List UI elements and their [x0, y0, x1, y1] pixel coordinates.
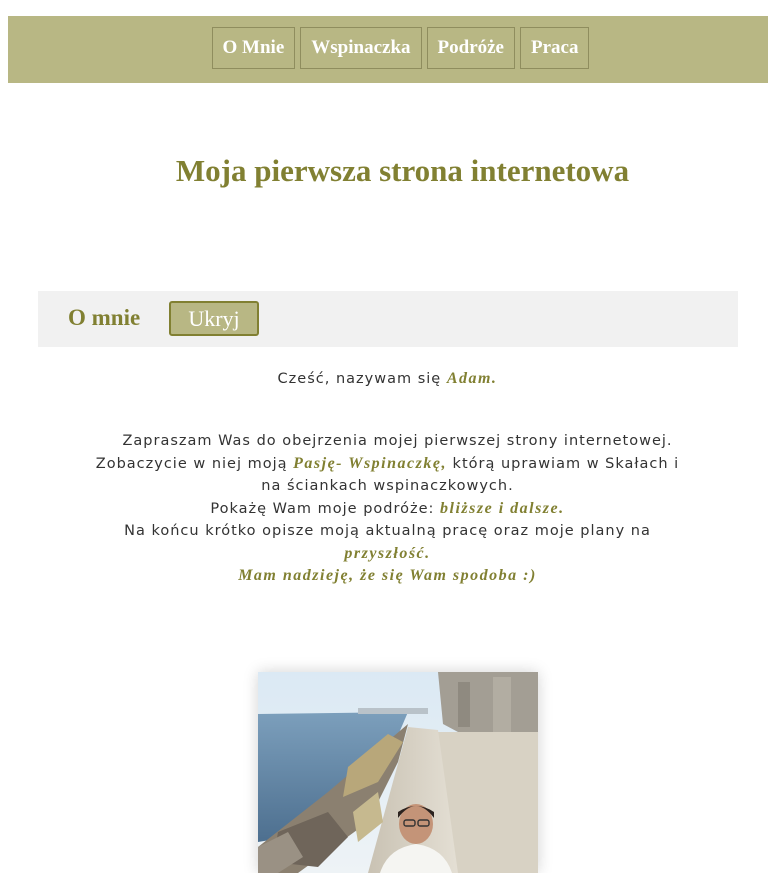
- nav-item-o-mnie[interactable]: O Mnie: [211, 27, 296, 69]
- paragraph-line-2-text-b: którą uprawiam w Skałach i: [452, 455, 680, 472]
- paragraph-closing-highlight: Mam nadzieję, że się Wam spodoba :): [238, 567, 537, 584]
- greeting-text: Cześć, nazywam się: [277, 371, 442, 387]
- seaside-portrait-image: [258, 672, 538, 873]
- about-heading: O mnie: [68, 305, 141, 330]
- paragraph-line-4: Pokażę Wam moje podróże: bliższe i dalsz…: [60, 498, 715, 521]
- paragraph-future-highlight: przyszłość.: [344, 544, 431, 562]
- top-navigation-bar: O Mnie Wspinaczka Podróże Praca: [8, 16, 768, 83]
- paragraph-line-2: Zobaczycie w niej moją Pasję- Wspinaczkę…: [60, 453, 715, 476]
- about-section-header: O mnie Ukryj: [38, 291, 738, 347]
- paragraph-line-5: Na końcu krótko opisze moją aktualną pra…: [124, 523, 651, 539]
- page-title: Moja pierwsza strona internetowa: [175, 153, 630, 188]
- paragraph-line-7: Mam nadzieję, że się Wam spodoba :): [60, 565, 715, 588]
- greeting: Cześć, nazywam się Adam.: [60, 368, 715, 391]
- nav-item-podroze[interactable]: Podróże: [426, 27, 515, 69]
- paragraph-line-6: przyszłość.: [60, 543, 715, 566]
- hide-section-button[interactable]: Ukryj: [169, 301, 259, 336]
- profile-photo: [258, 672, 538, 873]
- about-paragraph: Zapraszam Was do obejrzenia mojej pierws…: [60, 430, 715, 588]
- greeting-name: Adam.: [446, 370, 498, 387]
- paragraph-line-2-text-a: Zobaczycie w niej moją: [95, 455, 288, 472]
- paragraph-line-1: Zapraszam Was do obejrzenia mojej pierws…: [122, 433, 673, 449]
- paragraph-line-4-text: Pokażę Wam moje podróże:: [210, 500, 435, 517]
- nav-item-wspinaczka[interactable]: Wspinaczka: [300, 27, 422, 69]
- paragraph-passion-highlight: Pasję- Wspinaczkę,: [293, 454, 447, 472]
- nav-item-praca[interactable]: Praca: [520, 27, 590, 69]
- paragraph-travel-highlight: bliższe i dalsze.: [440, 499, 565, 517]
- nav-menu: O Mnie Wspinaczka Podróże Praca: [8, 27, 768, 69]
- paragraph-line-3: na ściankach wspinaczkowych.: [261, 478, 514, 494]
